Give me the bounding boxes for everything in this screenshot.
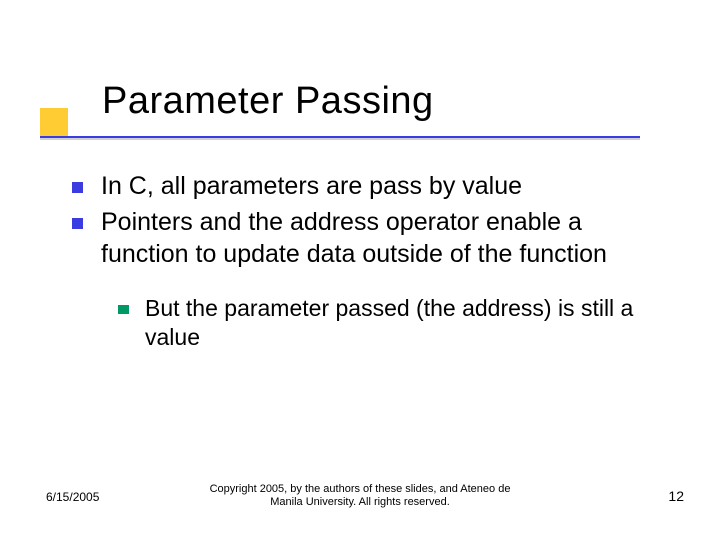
sub-bullet-square-icon [118, 305, 129, 314]
footer-copyright-line1: Copyright 2005, by the authors of these … [210, 483, 511, 495]
content-area: In C, all parameters are pass by value P… [72, 170, 672, 357]
slide: Parameter Passing In C, all parameters a… [0, 0, 720, 540]
sub-bullet-list: But the parameter passed (the address) i… [118, 294, 672, 353]
footer-page-number: 12 [668, 488, 684, 504]
title-underline [40, 136, 640, 138]
title-block: Parameter Passing [60, 80, 434, 123]
bullet-square-icon [72, 182, 83, 193]
footer-copyright: Copyright 2005, by the authors of these … [0, 483, 720, 511]
footer-copyright-line2: Manila University. All rights reserved. [270, 496, 450, 508]
bullet-item: Pointers and the address operator enable… [72, 206, 672, 270]
slide-title: Parameter Passing [60, 80, 434, 123]
sub-bullet-item: But the parameter passed (the address) i… [118, 294, 672, 353]
bullet-text: In C, all parameters are pass by value [101, 170, 522, 202]
bullet-text: Pointers and the address operator enable… [101, 206, 672, 270]
bullet-square-icon [72, 218, 83, 229]
sub-bullet-text: But the parameter passed (the address) i… [145, 294, 672, 353]
bullet-item: In C, all parameters are pass by value [72, 170, 672, 202]
